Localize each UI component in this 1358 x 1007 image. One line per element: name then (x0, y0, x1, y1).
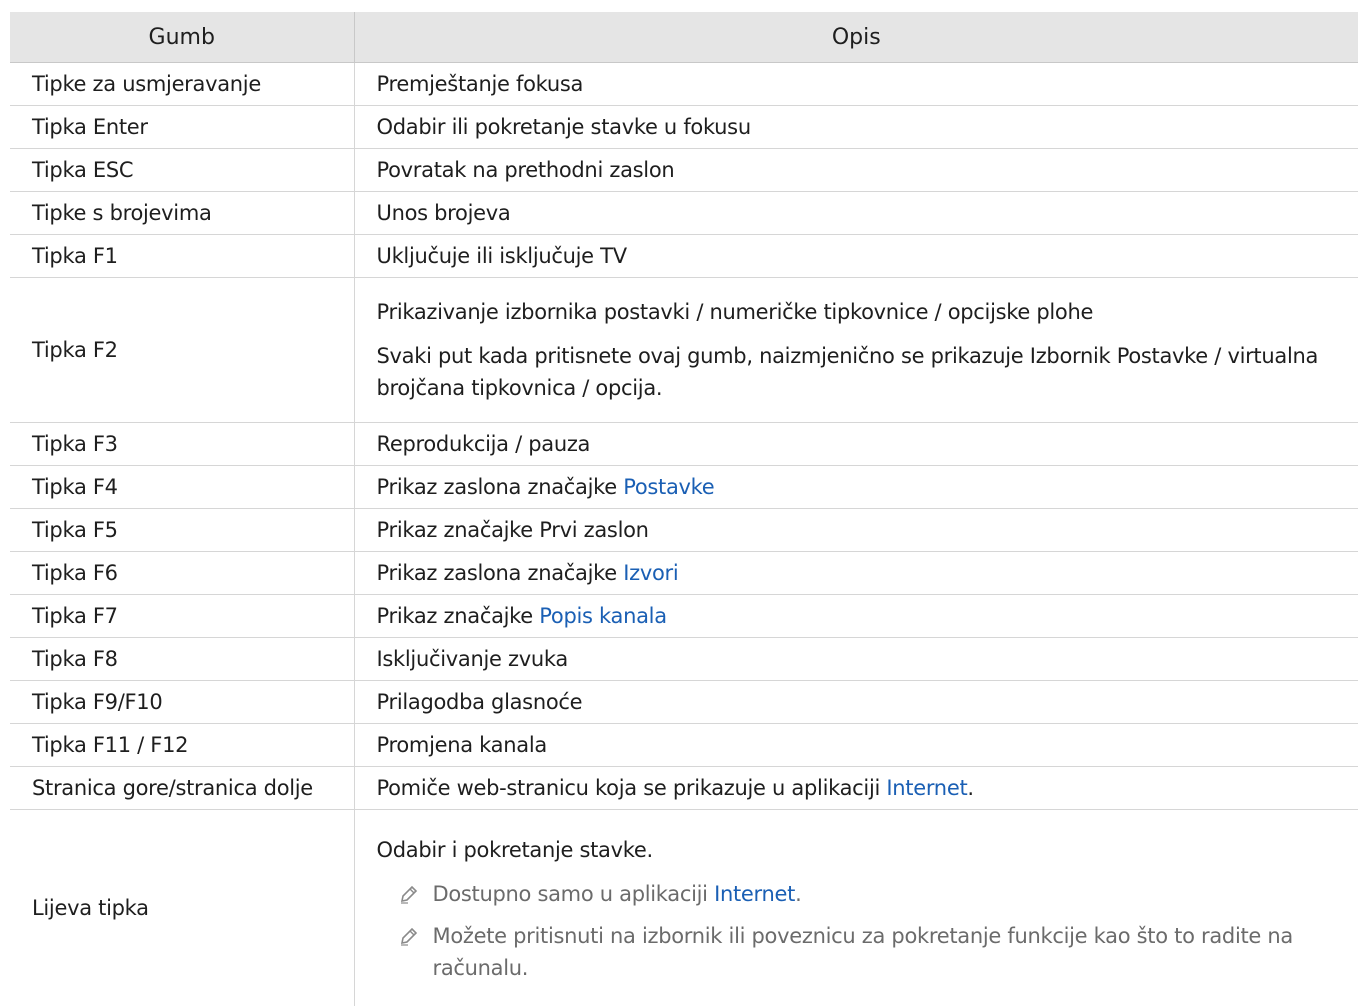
note-text: Možete pritisnuti na izbornik ili povezn… (432, 923, 1294, 980)
row-key: Tipka F3 (10, 422, 355, 466)
pencil-note-icon (400, 885, 417, 904)
table-row: Stranica gore/stranica dolje Pomiče web-… (10, 766, 1358, 810)
table-row: Tipka F11 / F12 Promjena kanala (10, 723, 1358, 767)
table-row: Tipke za usmjeravanje Premještanje fokus… (10, 62, 1358, 106)
desc-text: Pomiče web-stranicu koja se prikazuje u … (376, 776, 887, 800)
table-row: Tipka F5 Prikaz značajke Prvi zaslon (10, 508, 1358, 552)
row-desc: Prikaz zaslona značajke Postavke (354, 465, 1358, 509)
row-key: Tipke za usmjeravanje (10, 62, 355, 106)
desc-text: Prikaz značajke (376, 604, 540, 628)
table-row: Tipka F1 Uključuje ili isključuje TV (10, 234, 1358, 278)
table-header: Gumb Opis (10, 12, 1358, 63)
note-text-end: . (795, 881, 802, 906)
row-desc: Prikaz zaslona značajke Izvori (354, 551, 1358, 595)
row-desc: Promjena kanala (354, 723, 1358, 767)
row-desc: Prikaz značajke Popis kanala (354, 594, 1358, 638)
row-desc: Premještanje fokusa (354, 62, 1358, 106)
table-row: Tipka F2 Prikazivanje izbornika postavki… (10, 277, 1358, 423)
note-item: Dostupno samo u aplikaciji Internet. (377, 878, 1358, 910)
row-desc: Odabir ili pokretanje stavke u fokusu (354, 105, 1358, 149)
row-desc: Pomiče web-stranicu koja se prikazuje u … (354, 766, 1358, 810)
table-row: Tipke s brojevima Unos brojeva (10, 191, 1358, 235)
note-item: Možete pritisnuti na izbornik ili povezn… (377, 920, 1358, 984)
desc-text: Prikaz zaslona značajke (376, 475, 624, 499)
row-key: Tipka F9/F10 (10, 680, 355, 724)
row-key: Tipka F11 / F12 (10, 723, 355, 767)
desc-paragraph: Odabir i pokretanje stavke. (376, 837, 654, 862)
row-key: Tipka ESC (10, 148, 355, 192)
row-key: Lijeva tipka (10, 809, 355, 1006)
table-row: Tipka F4 Prikaz zaslona značajke Postavk… (10, 465, 1358, 509)
menu-link-internet[interactable]: Internet (886, 776, 967, 800)
row-key: Tipka Enter (10, 105, 355, 149)
row-desc: Povratak na prethodni zaslon (354, 148, 1358, 192)
row-key: Tipka F7 (10, 594, 355, 638)
row-desc: Prikazivanje izbornika postavki / numeri… (354, 277, 1358, 423)
desc-paragraph: Svaki put kada pritisnete ovaj gumb, nai… (376, 344, 1319, 400)
row-desc: Reprodukcija / pauza (354, 422, 1358, 466)
menu-link-internet[interactable]: Internet (714, 882, 795, 906)
row-key: Tipka F5 (10, 508, 355, 552)
row-desc: Prilagodba glasnoće (354, 680, 1358, 724)
table-row: Tipka F6 Prikaz zaslona značajke Izvori (10, 551, 1358, 595)
header-opis: Opis (354, 12, 1358, 63)
row-key: Tipka F2 (10, 277, 355, 423)
table-row: Tipka F3 Reprodukcija / pauza (10, 422, 1358, 466)
table-row: Lijeva tipka Odabir i pokretanje stavke.… (10, 809, 1358, 1006)
menu-link-popis-kanala[interactable]: Popis kanala (539, 604, 667, 628)
row-key: Tipka F1 (10, 234, 355, 278)
menu-link-postavke[interactable]: Postavke (623, 475, 714, 499)
table-row: Tipka F8 Isključivanje zvuka (10, 637, 1358, 681)
desc-paragraph: Prikazivanje izbornika postavki / numeri… (376, 300, 1094, 324)
row-key: Tipka F6 (10, 551, 355, 595)
note-text: Dostupno samo u aplikaciji (432, 881, 715, 906)
row-desc: Unos brojeva (354, 191, 1358, 235)
table-row: Tipka F9/F10 Prilagodba glasnoće (10, 680, 1358, 724)
table-row: Tipka ESC Povratak na prethodni zaslon (10, 148, 1358, 192)
row-key: Tipke s brojevima (10, 191, 355, 235)
table-row: Tipka F7 Prikaz značajke Popis kanala (10, 594, 1358, 638)
keyboard-functions-table: Gumb Opis Tipke za usmjeravanje Premješt… (10, 12, 1358, 1006)
row-key: Tipka F4 (10, 465, 355, 509)
pencil-note-icon (400, 927, 417, 946)
row-desc: Prikaz značajke Prvi zaslon (354, 508, 1358, 552)
menu-link-izvori[interactable]: Izvori (623, 561, 678, 585)
row-desc: Odabir i pokretanje stavke. Dostupno sam… (354, 810, 1358, 1006)
desc-text: Prikaz zaslona značajke (376, 561, 624, 585)
row-key: Tipka F8 (10, 637, 355, 681)
header-gumb: Gumb (10, 12, 355, 63)
row-key: Stranica gore/stranica dolje (10, 766, 355, 810)
row-desc: Isključivanje zvuka (354, 637, 1358, 681)
desc-text-end: . (967, 776, 974, 800)
row-desc: Uključuje ili isključuje TV (354, 234, 1358, 278)
table-row: Tipka Enter Odabir ili pokretanje stavke… (10, 105, 1358, 149)
